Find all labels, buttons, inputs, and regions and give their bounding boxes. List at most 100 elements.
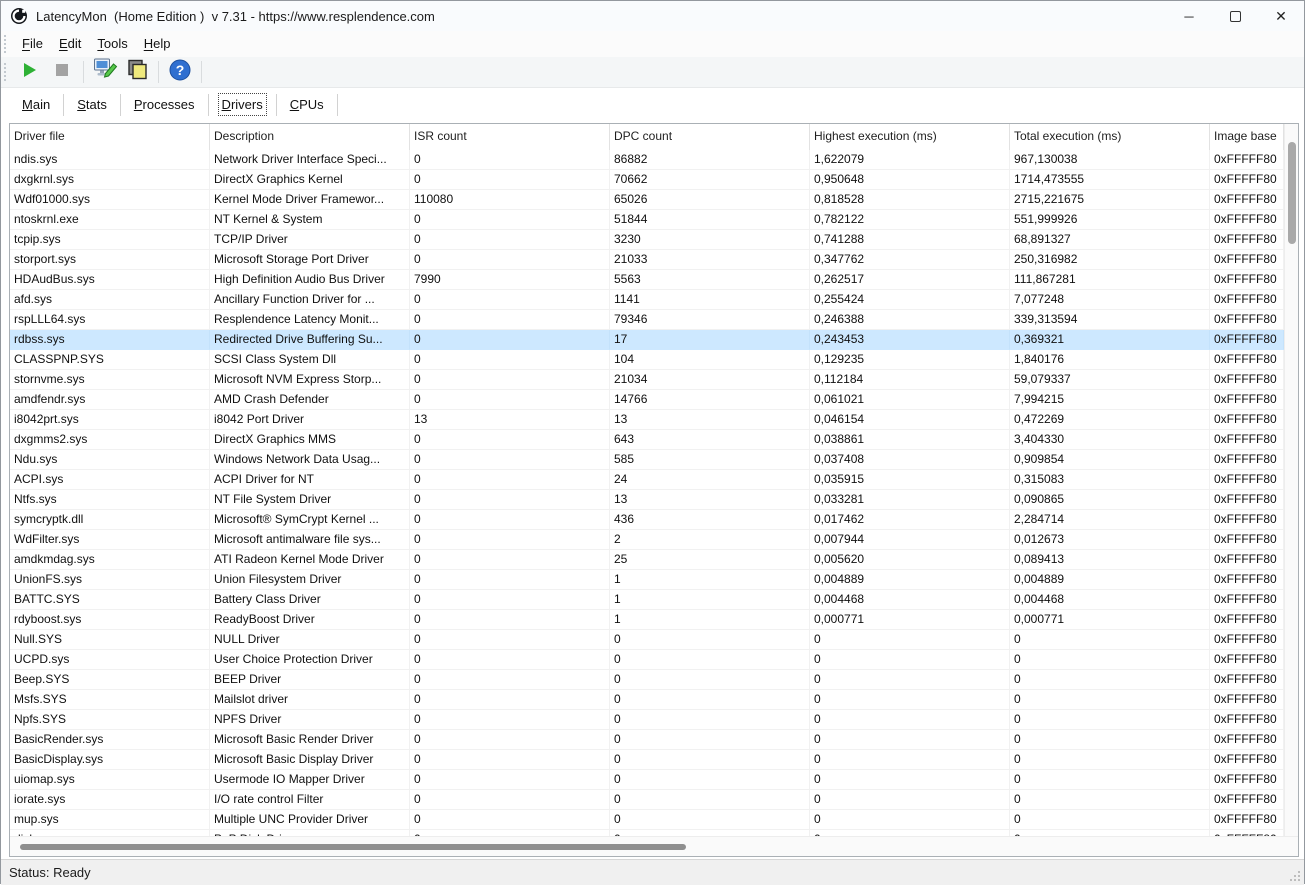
table-row-mup-sys[interactable]: mup.sysMultiple UNC Provider Driver00000…	[10, 810, 1284, 830]
cell: 0	[610, 710, 810, 730]
tab-cpus[interactable]: CPUs	[277, 92, 337, 117]
menu-help[interactable]: Help	[136, 33, 179, 54]
cell: 0xFFFFF80	[1210, 670, 1284, 690]
table-row-beep-sys[interactable]: Beep.SYSBEEP Driver00000xFFFFF80	[10, 670, 1284, 690]
table-row-symcryptk-dll[interactable]: symcryptk.dllMicrosoft® SymCrypt Kernel …	[10, 510, 1284, 530]
cell: 0	[810, 730, 1010, 750]
cell: 111,867281	[1010, 270, 1210, 290]
cell: 0xFFFFF80	[1210, 190, 1284, 210]
cell: 0	[410, 650, 610, 670]
table-row-basicrender-sys[interactable]: BasicRender.sysMicrosoft Basic Render Dr…	[10, 730, 1284, 750]
cell: 0,347762	[810, 250, 1010, 270]
table-row-unionfs-sys[interactable]: UnionFS.sysUnion Filesystem Driver010,00…	[10, 570, 1284, 590]
cell: 0	[410, 710, 610, 730]
tab-stats[interactable]: Stats	[64, 92, 120, 117]
table-row-rsplll64-sys[interactable]: rspLLL64.sysResplendence Latency Monit..…	[10, 310, 1284, 330]
column-header-driver-file[interactable]: Driver file	[10, 124, 210, 150]
table-row-dxgmms2-sys[interactable]: dxgmms2.sysDirectX Graphics MMS06430,038…	[10, 430, 1284, 450]
table-row-ntfs-sys[interactable]: Ntfs.sysNT File System Driver0130,033281…	[10, 490, 1284, 510]
cell: 0,472269	[1010, 410, 1210, 430]
table-row-msfs-sys[interactable]: Msfs.SYSMailslot driver00000xFFFFF80	[10, 690, 1284, 710]
toolbar-gripper[interactable]	[4, 63, 9, 81]
cell: 7,077248	[1010, 290, 1210, 310]
cell: 0,246388	[810, 310, 1010, 330]
table-row-ndis-sys[interactable]: ndis.sysNetwork Driver Interface Speci..…	[10, 150, 1284, 170]
windows-button[interactable]	[123, 59, 151, 85]
table-row-wdfilter-sys[interactable]: WdFilter.sysMicrosoft antimalware file s…	[10, 530, 1284, 550]
cell: 0	[410, 730, 610, 750]
cell: BEEP Driver	[210, 670, 410, 690]
column-header-description[interactable]: Description	[210, 124, 410, 150]
cell: 110080	[410, 190, 610, 210]
table-row-hdaudbus-sys[interactable]: HDAudBus.sysHigh Definition Audio Bus Dr…	[10, 270, 1284, 290]
table-row-ntoskrnl-exe[interactable]: ntoskrnl.exeNT Kernel & System0518440,78…	[10, 210, 1284, 230]
cell: 0,000771	[810, 610, 1010, 630]
cell: 65026	[610, 190, 810, 210]
cell: Mailslot driver	[210, 690, 410, 710]
tab-main[interactable]: Main	[9, 92, 63, 117]
table-row-wdf01000-sys[interactable]: Wdf01000.sysKernel Mode Driver Framewor.…	[10, 190, 1284, 210]
menu-tools[interactable]: Tools	[89, 33, 135, 54]
table-row-classpnp-sys[interactable]: CLASSPNP.SYSSCSI Class System Dll01040,1…	[10, 350, 1284, 370]
options-button[interactable]	[91, 59, 119, 85]
cell: 1	[610, 570, 810, 590]
tab-drivers[interactable]: Drivers	[209, 92, 276, 117]
cell: i8042 Port Driver	[210, 410, 410, 430]
cell: BATTC.SYS	[10, 590, 210, 610]
table-row-ndu-sys[interactable]: Ndu.sysWindows Network Data Usag...05850…	[10, 450, 1284, 470]
cell: 1	[610, 590, 810, 610]
table-row-basicdisplay-sys[interactable]: BasicDisplay.sysMicrosoft Basic Display …	[10, 750, 1284, 770]
table-row-acpi-sys[interactable]: ACPI.sysACPI Driver for NT0240,0359150,3…	[10, 470, 1284, 490]
table-row-iorate-sys[interactable]: iorate.sysI/O rate control Filter00000xF…	[10, 790, 1284, 810]
table-row-rdbss-sys[interactable]: rdbss.sysRedirected Drive Buffering Su..…	[10, 330, 1284, 350]
horizontal-scrollbar[interactable]	[10, 836, 1298, 856]
table-row-rdyboost-sys[interactable]: rdyboost.sysReadyBoost Driver010,0007710…	[10, 610, 1284, 630]
menu-edit[interactable]: Edit	[51, 33, 89, 54]
help-button[interactable]: ?	[166, 59, 194, 85]
tab-separator	[337, 94, 338, 116]
table-row-dxgkrnl-sys[interactable]: dxgkrnl.sysDirectX Graphics Kernel070662…	[10, 170, 1284, 190]
table-row-i8042prt-sys[interactable]: i8042prt.sysi8042 Port Driver13130,04615…	[10, 410, 1284, 430]
table-row-battc-sys[interactable]: BATTC.SYSBattery Class Driver010,0044680…	[10, 590, 1284, 610]
table-row-uiomap-sys[interactable]: uiomap.sysUsermode IO Mapper Driver00000…	[10, 770, 1284, 790]
cell: amdfendr.sys	[10, 390, 210, 410]
table-row-stornvme-sys[interactable]: stornvme.sysMicrosoft NVM Express Storp.…	[10, 370, 1284, 390]
close-button[interactable]: ✕	[1258, 1, 1304, 31]
maximize-button[interactable]	[1212, 1, 1258, 31]
table-row-npfs-sys[interactable]: Npfs.SYSNPFS Driver00000xFFFFF80	[10, 710, 1284, 730]
table-row-null-sys[interactable]: Null.SYSNULL Driver00000xFFFFF80	[10, 630, 1284, 650]
cell: 0	[610, 770, 810, 790]
horizontal-scrollbar-thumb[interactable]	[20, 844, 686, 850]
cell: 70662	[610, 170, 810, 190]
cell: 1,840176	[1010, 350, 1210, 370]
table-row-afd-sys[interactable]: afd.sysAncillary Function Driver for ...…	[10, 290, 1284, 310]
menu-file[interactable]: File	[14, 33, 51, 54]
cell: 0,369321	[1010, 330, 1210, 350]
tab-processes[interactable]: Processes	[121, 92, 208, 117]
cell: 0,741288	[810, 230, 1010, 250]
column-header-dpc-count[interactable]: DPC count	[610, 124, 810, 150]
column-header-isr-count[interactable]: ISR count	[410, 124, 610, 150]
table-row-ucpd-sys[interactable]: UCPD.sysUser Choice Protection Driver000…	[10, 650, 1284, 670]
table-row-tcpip-sys[interactable]: tcpip.sysTCP/IP Driver032300,74128868,89…	[10, 230, 1284, 250]
toolbar: ?	[1, 57, 1304, 88]
cell: Microsoft antimalware file sys...	[210, 530, 410, 550]
cell: 0xFFFFF80	[1210, 630, 1284, 650]
table-row-storport-sys[interactable]: storport.sysMicrosoft Storage Port Drive…	[10, 250, 1284, 270]
minimize-button[interactable]: ─	[1166, 1, 1212, 31]
table-row-amdfendr-sys[interactable]: amdfendr.sysAMD Crash Defender0147660,06…	[10, 390, 1284, 410]
cell: 0	[810, 710, 1010, 730]
cell: 0xFFFFF80	[1210, 250, 1284, 270]
cell: uiomap.sys	[10, 770, 210, 790]
column-header-total-execution-ms[interactable]: Total execution (ms)	[1010, 124, 1210, 150]
cell: Microsoft NVM Express Storp...	[210, 370, 410, 390]
table-row-amdkmdag-sys[interactable]: amdkmdag.sysATI Radeon Kernel Mode Drive…	[10, 550, 1284, 570]
menubar-gripper[interactable]	[4, 35, 9, 53]
vertical-scrollbar-thumb[interactable]	[1288, 142, 1296, 244]
vertical-scrollbar[interactable]	[1284, 124, 1298, 836]
resize-grip[interactable]	[1290, 871, 1300, 881]
column-header-highest-execution-ms[interactable]: Highest execution (ms)	[810, 124, 1010, 150]
column-header-image-base[interactable]: Image base	[1210, 124, 1284, 150]
start-monitor-button[interactable]	[16, 59, 44, 85]
menubar: FileEditToolsHelp	[1, 31, 1304, 57]
